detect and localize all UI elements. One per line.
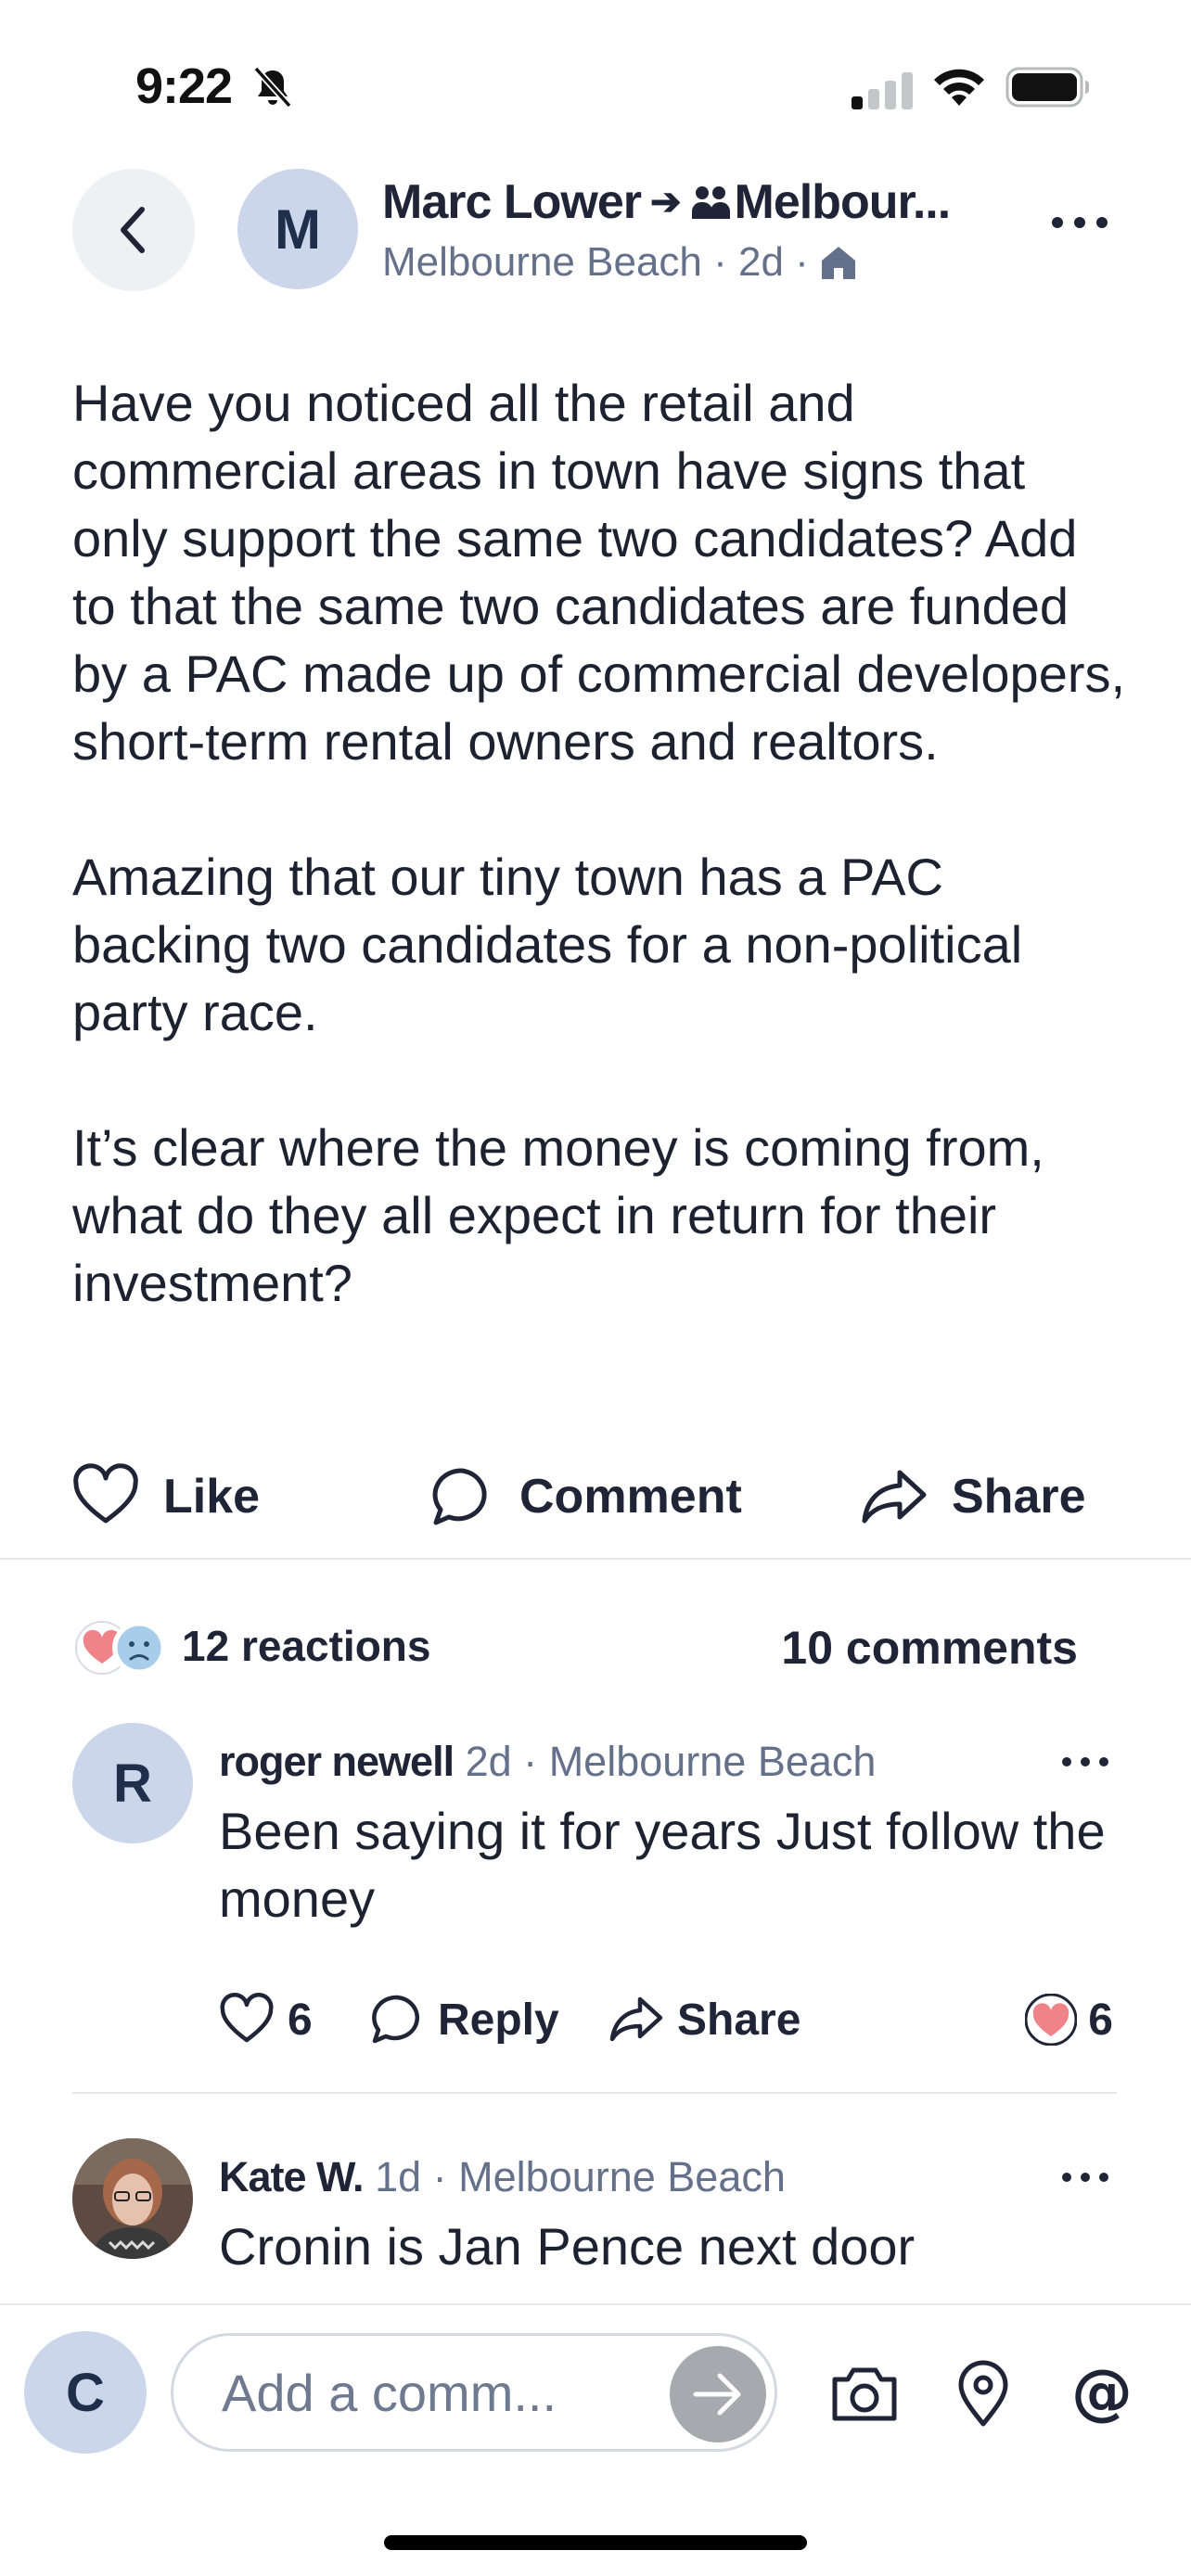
comment-reaction-count: 6 bbox=[1088, 1995, 1113, 2045]
comment-like-button[interactable]: 6 bbox=[219, 1983, 313, 2057]
comment-label: Comment bbox=[519, 1470, 742, 1524]
share-arrow-icon bbox=[609, 1996, 663, 2042]
send-button[interactable] bbox=[670, 2346, 766, 2442]
more-horizontal-icon bbox=[1052, 217, 1108, 228]
post-title: Marc Lower ➔ Melbour... bbox=[382, 174, 1004, 230]
more-horizontal-icon bbox=[1062, 1757, 1108, 1766]
post-paragraph: Have you noticed all the retail and comm… bbox=[72, 374, 1126, 771]
current-user-avatar[interactable]: C bbox=[24, 2331, 147, 2454]
commenter-name[interactable]: roger newell bbox=[219, 1738, 455, 1785]
reactions-count[interactable]: 12 reactions bbox=[182, 1621, 430, 1671]
reply-label: Reply bbox=[438, 1995, 559, 2045]
svg-text:@: @ bbox=[1071, 2357, 1133, 2428]
comment-item: R roger newell 2d · Melbourne Beach Been… bbox=[0, 1723, 1191, 2103]
back-button[interactable] bbox=[72, 169, 195, 291]
post-location: Melbourne Beach bbox=[382, 239, 702, 285]
speech-bubble-icon bbox=[432, 1468, 487, 1525]
comment-meta: roger newell 2d · Melbourne Beach bbox=[219, 1738, 876, 1786]
status-time: 9:22 bbox=[135, 58, 233, 114]
comment-text: Been saying it for years Just follow the… bbox=[219, 1802, 1106, 1928]
reaction-icons[interactable] bbox=[72, 1617, 174, 1678]
comments-count[interactable]: 10 comments bbox=[781, 1621, 1078, 1675]
comment-age: 1d bbox=[375, 2153, 422, 2200]
comment-more-button[interactable] bbox=[1057, 2161, 1113, 2194]
post-paragraph: Amazing that our tiny town has a PAC bac… bbox=[72, 848, 1023, 1041]
cellular-signal-icon bbox=[852, 72, 913, 109]
comment-item: Kate W. 1d · Melbourne Beach Cronin is J… bbox=[0, 2138, 1191, 2303]
like-label: Like bbox=[163, 1470, 261, 1524]
heart-outline-icon bbox=[73, 1463, 138, 1524]
location-pin-icon[interactable] bbox=[946, 2357, 1020, 2431]
arrow-right-icon: ➔ bbox=[649, 182, 682, 223]
share-arrow-icon bbox=[862, 1470, 927, 1524]
comment-location: Melbourne Beach bbox=[458, 2153, 786, 2200]
wifi-icon bbox=[934, 69, 984, 106]
home-icon bbox=[821, 247, 855, 279]
mention-icon[interactable]: @ bbox=[1065, 2357, 1139, 2431]
like-button[interactable]: Like bbox=[72, 1452, 260, 1541]
profile-photo bbox=[72, 2138, 193, 2259]
author-avatar[interactable]: M bbox=[237, 169, 358, 289]
comment-reactions[interactable]: 6 bbox=[1025, 1983, 1113, 2057]
comment-reply-button[interactable]: Reply bbox=[369, 1983, 559, 2057]
post-body: Have you noticed all the retail and comm… bbox=[72, 369, 1130, 1384]
chevron-left-icon bbox=[121, 207, 145, 253]
comment-divider bbox=[72, 2092, 1117, 2094]
commenter-name[interactable]: Kate W. bbox=[219, 2153, 365, 2200]
post-header: M Marc Lower ➔ Melbour... Melbourne Beac… bbox=[0, 167, 1191, 306]
author-name[interactable]: Marc Lower bbox=[382, 174, 642, 230]
arrow-right-icon bbox=[693, 2373, 741, 2416]
comment-button[interactable]: Comment bbox=[429, 1452, 742, 1541]
meta-separator: · bbox=[523, 1738, 538, 1785]
post-age: 2d bbox=[738, 239, 784, 285]
comment-actions: 6 Reply Share 6 bbox=[219, 1983, 1128, 2057]
comment-text: Cronin is Jan Pence next door bbox=[219, 2217, 916, 2276]
comment-age: 2d bbox=[465, 1738, 512, 1785]
post-stats: 12 reactions 10 comments bbox=[0, 1613, 1191, 1688]
post-paragraph: It’s clear where the money is coming fro… bbox=[72, 1118, 1044, 1312]
meta-separator: · bbox=[783, 239, 809, 285]
camera-icon[interactable] bbox=[827, 2357, 902, 2431]
heart-filled-icon bbox=[1025, 1994, 1078, 2046]
comment-more-button[interactable] bbox=[1057, 1745, 1113, 1779]
meta-separator: · bbox=[701, 239, 738, 285]
more-options-button[interactable] bbox=[1048, 200, 1111, 245]
comment-meta: Kate W. 1d · Melbourne Beach bbox=[219, 2153, 786, 2201]
meta-separator: · bbox=[432, 2153, 447, 2200]
comment-location: Melbourne Beach bbox=[548, 1738, 877, 1785]
group-name[interactable]: Melbour... bbox=[735, 174, 952, 230]
share-button[interactable]: Share bbox=[861, 1452, 1086, 1541]
commenter-avatar[interactable]: R bbox=[72, 1723, 193, 1843]
heart-outline-icon bbox=[220, 1993, 274, 2043]
more-horizontal-icon bbox=[1062, 2173, 1108, 2182]
post-actions: Like Comment Share bbox=[0, 1452, 1191, 1541]
divider bbox=[0, 1558, 1191, 1560]
home-indicator[interactable] bbox=[384, 2535, 807, 2550]
post-meta: Melbourne Beach · 2d · bbox=[382, 239, 859, 286]
comment-share-label: Share bbox=[677, 1995, 801, 2045]
sad-reaction-icon bbox=[114, 1623, 164, 1673]
group-icon bbox=[691, 186, 730, 219]
speech-bubble-icon bbox=[372, 1995, 420, 2044]
bell-off-icon bbox=[253, 66, 292, 108]
status-bar: 9:22 bbox=[0, 0, 1191, 167]
comment-like-count: 6 bbox=[288, 1995, 313, 2045]
share-label: Share bbox=[952, 1470, 1086, 1524]
comment-share-button[interactable]: Share bbox=[608, 1983, 800, 2057]
battery-icon bbox=[1005, 67, 1089, 108]
commenter-avatar[interactable] bbox=[72, 2138, 193, 2259]
